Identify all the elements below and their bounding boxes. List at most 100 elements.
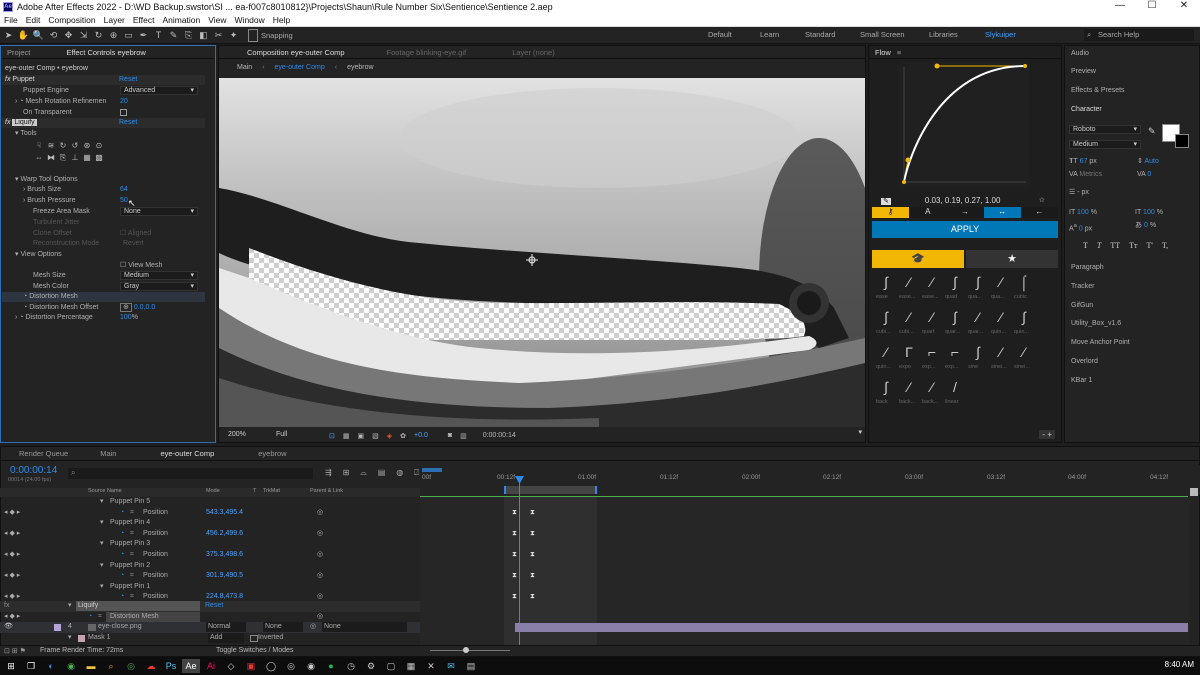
menu-layer[interactable]: Layer	[104, 15, 125, 25]
app-icon-ring[interactable]: ◎	[282, 659, 300, 673]
viewer-timecode[interactable]: 0:00:00:14	[483, 432, 516, 439]
current-time-indicator[interactable]	[519, 478, 520, 645]
keyframe-icon[interactable]: ⧗	[512, 509, 517, 517]
graph-editor-icon[interactable]: ⍁	[414, 468, 419, 478]
menu-effect[interactable]: Effect	[133, 15, 155, 25]
brush-tool-icon[interactable]: ✎	[167, 29, 180, 42]
flow-keyframe-icon[interactable]: ⚷	[872, 207, 910, 218]
work-area-start[interactable]	[422, 468, 442, 472]
warp-tool-options-section[interactable]: ▾ Warp Tool Options	[15, 175, 78, 185]
ease-preset-curve-icon[interactable]: ∫	[876, 307, 896, 327]
spotify-icon[interactable]: ●	[322, 659, 340, 673]
ease-preset-curve-icon[interactable]: ∫	[968, 342, 988, 362]
puppet-pin-row[interactable]: ▾ Puppet Pin 3	[0, 539, 420, 550]
file-explorer-icon[interactable]: ▬	[82, 659, 100, 673]
ease-preset-curve-icon[interactable]: ⁄	[991, 272, 1011, 292]
ease-preset-curve-icon[interactable]: ∫	[945, 307, 965, 327]
view-mesh-checkbox[interactable]: ☐ View Mesh	[120, 261, 162, 271]
superscript-button[interactable]: T'	[1147, 241, 1153, 250]
leading-field[interactable]: ⇕ Auto	[1137, 157, 1159, 167]
tab-footage[interactable]: Footage blinking-eye.gif	[387, 48, 467, 57]
flow-curve-graph[interactable]	[899, 62, 1029, 187]
baseline-shift-field[interactable]: Aa 0 px	[1069, 221, 1092, 232]
hand-tool-icon[interactable]: ✋	[17, 29, 30, 42]
draft-3d-icon[interactable]: ⊞	[343, 468, 350, 478]
eraser-tool-icon[interactable]: ◧	[197, 29, 210, 42]
comp-mini-flowchart-icon[interactable]: ⇶	[325, 468, 332, 478]
faux-italic-button[interactable]: T	[1097, 241, 1101, 250]
liquify-tools-grid[interactable]: ☟ ≋ ↻ ↺ ⊛ ⊙ ⇔ ⧓ ⎘ ⊥ ▦ ▩	[33, 141, 105, 165]
app-icon-chat[interactable]: ✉	[442, 659, 460, 673]
tab-main[interactable]: Main	[100, 449, 116, 458]
rotation-tool-icon[interactable]: ↻	[92, 29, 105, 42]
subscript-button[interactable]: T,	[1162, 241, 1168, 250]
keyframe-icon[interactable]: ⧗	[512, 572, 517, 580]
faux-bold-button[interactable]: T	[1083, 241, 1088, 250]
type-tool-icon[interactable]: T	[152, 29, 165, 42]
breadcrumb-eyebrow[interactable]: eyebrow	[347, 64, 373, 71]
menu-edit[interactable]: Edit	[26, 15, 41, 25]
flow-presets-tab-icon[interactable]: 🎓	[872, 250, 964, 268]
panel-tracker[interactable]: Tracker	[1071, 282, 1094, 292]
ease-preset-curve-icon[interactable]: ⁄	[899, 307, 919, 327]
keyframe-icon[interactable]: ⧗	[530, 551, 535, 559]
tools-section[interactable]: ▾ Tools	[15, 129, 37, 139]
mask-icon[interactable]: ▣	[358, 432, 365, 440]
tab-composition[interactable]: Composition eye-outer Comp	[247, 48, 345, 57]
keyframe-icon[interactable]: ⧗	[512, 530, 517, 538]
puppet-pin-row[interactable]: ▾ Puppet Pin 5	[0, 497, 420, 508]
small-caps-button[interactable]: Tт	[1129, 241, 1137, 250]
ease-preset-curve-icon[interactable]: ⌐	[922, 342, 942, 362]
freeze-area-mask-dropdown[interactable]: None	[120, 207, 198, 216]
orbit-tool-icon[interactable]: ⟲	[47, 29, 60, 42]
dolly-tool-icon[interactable]: ⇲	[77, 29, 90, 42]
app-icon-cube[interactable]: ▦	[402, 659, 420, 673]
frame-blend-icon[interactable]: ▤	[378, 468, 386, 478]
mesh-rotation-value[interactable]: 20	[120, 97, 128, 107]
resolution-dropdown[interactable]: Full	[273, 431, 321, 440]
col-t[interactable]: T	[253, 488, 256, 494]
ease-preset-curve-icon[interactable]: ∫	[968, 272, 988, 292]
tab-effect-controls[interactable]: Effect Controls eyebrow	[66, 48, 145, 57]
liquify-row[interactable]: fx ▾ Liquify Reset	[0, 601, 420, 612]
workspace-standard[interactable]: Standard	[805, 30, 835, 39]
ease-preset-curve-icon[interactable]: ∫	[945, 272, 965, 292]
panel-utility-box[interactable]: Utility_Box_v1.6	[1071, 319, 1121, 329]
tab-render-queue[interactable]: Render Queue	[19, 449, 68, 458]
cloud-icon[interactable]: ☁	[142, 659, 160, 673]
brush-pressure-value[interactable]: 50	[120, 196, 128, 206]
puppet-pin-row[interactable]: ▾ Puppet Pin 1	[0, 582, 420, 593]
panel-move-anchor-point[interactable]: Move Anchor Point	[1071, 338, 1130, 348]
motion-blur-icon[interactable]: ◍	[396, 468, 403, 478]
menu-animation[interactable]: Animation	[162, 15, 200, 25]
clone-tool-icon[interactable]: ⎘	[182, 29, 195, 42]
roto-tool-icon[interactable]: ✂	[212, 29, 225, 42]
ease-preset-curve-icon[interactable]: ⌐	[945, 342, 965, 362]
brush-size-value[interactable]: 64	[120, 185, 128, 195]
ease-preset-curve-icon[interactable]: ⁄	[968, 307, 988, 327]
app-icon-tool[interactable]: ✕	[422, 659, 440, 673]
region-icon[interactable]: ⊡	[329, 432, 335, 440]
app-icon-circle[interactable]: ◯	[262, 659, 280, 673]
exposure-reset-icon[interactable]: ✿	[400, 432, 406, 440]
favorite-icon[interactable]: ☆	[1039, 196, 1045, 204]
ease-preset-curve-icon[interactable]: ∫	[1014, 307, 1034, 327]
flow-arrow-both-icon[interactable]: ↔	[983, 207, 1021, 218]
browser-icon[interactable]: ◎	[122, 659, 140, 673]
keyframe-icon[interactable]: ⧗	[530, 593, 535, 601]
flow-arrow-right-icon[interactable]: →	[946, 207, 984, 218]
menu-help[interactable]: Help	[273, 15, 290, 25]
maximize-button[interactable]: ☐	[1136, 0, 1168, 11]
pen-tool-icon[interactable]: ✒	[137, 29, 150, 42]
steam-icon[interactable]: ⚙	[362, 659, 380, 673]
col-parent[interactable]: Parent & Link	[310, 488, 343, 494]
panel-preview[interactable]: Preview	[1071, 67, 1096, 77]
timeline-zoom-handle[interactable]	[1190, 488, 1198, 496]
pan-tool-icon[interactable]: ✥	[62, 29, 75, 42]
ease-preset-curve-icon[interactable]: ⌠	[1014, 272, 1034, 292]
zoom-slider-handle[interactable]	[463, 647, 469, 653]
ease-preset-curve-icon[interactable]: ⁄	[899, 377, 919, 397]
snapping-checkbox[interactable]	[248, 28, 258, 42]
mask-row[interactable]: ▾ Mask 1 Add Inverted	[0, 633, 420, 644]
keyframe-icon[interactable]: ⧗	[512, 551, 517, 559]
